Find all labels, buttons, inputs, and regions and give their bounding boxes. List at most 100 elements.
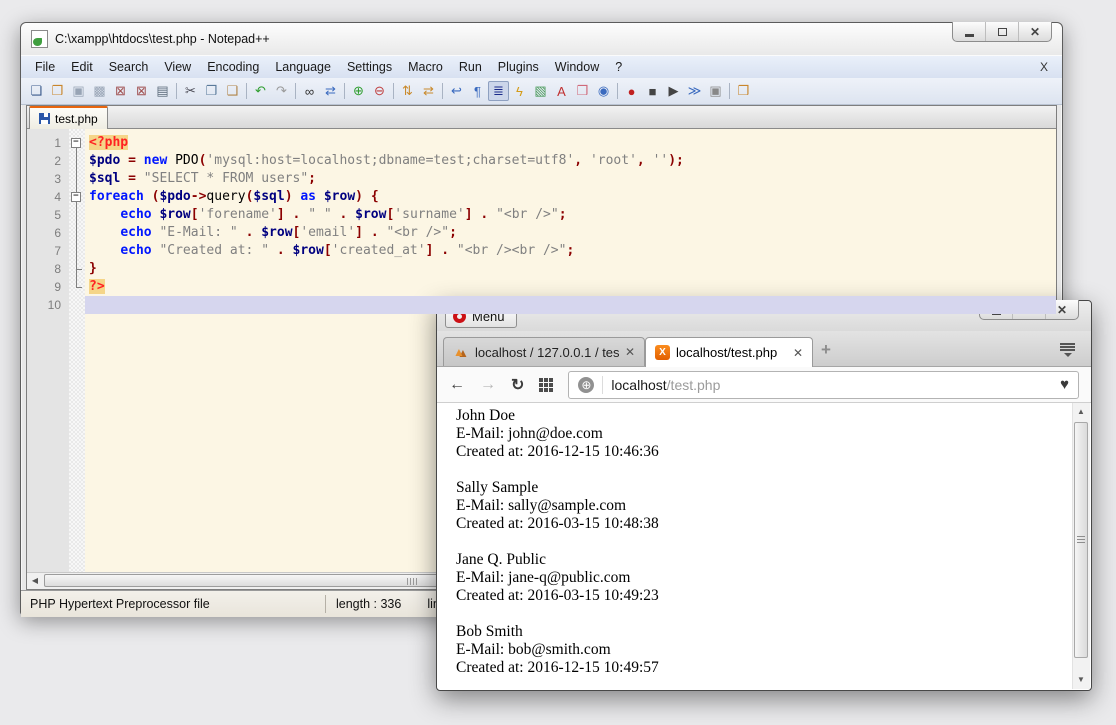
save-icon[interactable]: ▣ — [68, 81, 89, 101]
token-op: [ — [324, 243, 332, 258]
close-doc-icon[interactable]: ⊠ — [110, 81, 131, 101]
zoom-out-icon[interactable]: ⊖ — [369, 81, 390, 101]
menu-item-search[interactable]: Search — [101, 58, 157, 76]
menu-item-encoding[interactable]: Encoding — [199, 58, 267, 76]
pdf-doc-icon[interactable]: A — [551, 81, 572, 101]
token-op: ; — [566, 243, 574, 258]
sync-vertical-scroll-icon[interactable]: ⇅ — [397, 81, 418, 101]
close-button[interactable]: ✕ — [1018, 22, 1051, 41]
line-number: 9 — [27, 278, 69, 296]
code-line-1: 1−<?php — [27, 134, 1056, 152]
token-op: ; — [308, 171, 316, 186]
paste-icon[interactable]: ❑ — [222, 81, 243, 101]
restore-button[interactable] — [985, 22, 1018, 41]
run-macro-multiple-icon[interactable]: ≫ — [684, 81, 705, 101]
vertical-scrollbar-thumb[interactable] — [1074, 422, 1088, 658]
tab-close-icon[interactable]: ✕ — [625, 345, 635, 359]
open-file-icon[interactable]: ❒ — [47, 81, 68, 101]
fold-collapse-icon[interactable]: − — [71, 192, 81, 202]
token-op: ; — [449, 225, 457, 240]
menu-item-language[interactable]: Language — [267, 58, 339, 76]
scroll-up-arrow-icon[interactable]: ▲ — [1073, 404, 1089, 420]
globe-icon[interactable]: ⊕ — [578, 377, 594, 393]
token-str: "<br /><br />" — [457, 243, 567, 258]
close-all-docs-icon[interactable]: ⊠ — [131, 81, 152, 101]
toolbar-separator — [176, 83, 177, 99]
token-var: $row — [293, 243, 324, 258]
play-macro-icon[interactable]: ▶ — [663, 81, 684, 101]
recent-closed-file-icon[interactable]: ❒ — [733, 81, 754, 101]
xampp-icon: X — [655, 345, 670, 360]
line-number: 1 — [27, 134, 69, 152]
fold-margin[interactable]: − — [69, 188, 85, 206]
window-controls: ✕ — [952, 22, 1052, 42]
show-all-characters-icon[interactable]: ¶ — [467, 81, 488, 101]
token-op: } — [89, 261, 97, 276]
open-file-icon-glyph: ❒ — [52, 83, 64, 99]
tab-test-php[interactable]: test.php — [29, 106, 108, 129]
indent-guide-icon[interactable]: ≣ — [488, 81, 509, 101]
menu-item-plugins[interactable]: Plugins — [490, 58, 547, 76]
code-line-10: 10 — [27, 296, 1056, 314]
notepadpp-titlebar[interactable]: C:\xampp\htdocs\test.php - Notepad++ ✕ — [21, 23, 1062, 55]
forward-button[interactable]: → — [480, 376, 496, 394]
save-all-icon[interactable]: ▩ — [89, 81, 110, 101]
menu-item-macro[interactable]: Macro — [400, 58, 451, 76]
redo-icon[interactable]: ↷ — [271, 81, 292, 101]
print-icon[interactable]: ▤ — [152, 81, 173, 101]
token-plain — [363, 189, 371, 204]
minimize-button[interactable] — [953, 22, 985, 41]
sync-vertical-scroll-icon-glyph: ⇅ — [402, 83, 413, 99]
menu-item-view[interactable]: View — [156, 58, 199, 76]
menu-item-settings[interactable]: Settings — [339, 58, 400, 76]
code-text: <?php — [85, 134, 1056, 152]
tab-menu-icon[interactable] — [1060, 342, 1075, 357]
menu-item-window[interactable]: Window — [547, 58, 607, 76]
function-list-icon[interactable]: ϟ — [509, 81, 530, 101]
token-plain — [300, 207, 308, 222]
fold-margin[interactable]: − — [69, 134, 85, 152]
url-input[interactable]: ⊕ localhost/test.php ♥ — [568, 371, 1079, 399]
speed-dial-icon[interactable] — [539, 378, 553, 392]
fold-collapse-icon[interactable]: − — [71, 138, 81, 148]
toolbar: ❏❒▣▩⊠⊠▤✂❐❑↶↷∞⇄⊕⊖⇅⇄↩¶≣ϟ▧A❒◉●■▶≫▣❒ — [21, 78, 1062, 105]
token-op: ] — [277, 207, 285, 222]
word-wrap-icon[interactable]: ↩ — [446, 81, 467, 101]
token-op: = — [128, 153, 136, 168]
save-all-icon-glyph: ▩ — [93, 83, 105, 99]
replace-icon[interactable]: ⇄ — [320, 81, 341, 101]
scroll-left-arrow-icon[interactable]: ◀ — [27, 573, 43, 588]
find-icon[interactable]: ∞ — [299, 81, 320, 101]
bookmark-heart-icon[interactable]: ♥ — [1060, 376, 1069, 393]
tab-phpmyadmin[interactable]: ▲ localhost / 127.0.0.1 / test ✕ — [443, 337, 645, 366]
browser-tab-bar: ▲ localhost / 127.0.0.1 / test ✕ X local… — [437, 331, 1091, 367]
folder-icon[interactable]: ❒ — [572, 81, 593, 101]
close-document-x[interactable]: X — [1040, 60, 1056, 74]
cut-icon[interactable]: ✂ — [180, 81, 201, 101]
sync-horizontal-scroll-icon[interactable]: ⇄ — [418, 81, 439, 101]
new-file-icon[interactable]: ❏ — [26, 81, 47, 101]
reload-button[interactable]: ↻ — [511, 375, 524, 395]
save-macro-icon[interactable]: ▣ — [705, 81, 726, 101]
menu-item-file[interactable]: File — [27, 58, 63, 76]
menu-item-run[interactable]: Run — [451, 58, 490, 76]
token-str: 'email' — [300, 225, 355, 240]
menu-item-help[interactable]: ? — [607, 58, 630, 76]
token-plain — [238, 225, 246, 240]
undo-icon[interactable]: ↶ — [250, 81, 271, 101]
record-macro-icon[interactable]: ● — [621, 81, 642, 101]
copy-icon[interactable]: ❐ — [201, 81, 222, 101]
document-map-icon[interactable]: ▧ — [530, 81, 551, 101]
menu-item-edit[interactable]: Edit — [63, 58, 101, 76]
vertical-scrollbar[interactable]: ▲ ▼ — [1072, 403, 1090, 689]
tab-close-icon[interactable]: ✕ — [793, 346, 803, 360]
eye-icon[interactable]: ◉ — [593, 81, 614, 101]
scroll-down-arrow-icon[interactable]: ▼ — [1073, 672, 1089, 688]
back-button[interactable]: ← — [449, 376, 465, 394]
new-tab-button[interactable]: + — [821, 340, 831, 360]
tab-localhost-test-php[interactable]: X localhost/test.php ✕ — [645, 337, 813, 367]
token-plain — [89, 225, 120, 240]
code-text: echo $row['forename'] . " " . $row['surn… — [85, 206, 1056, 224]
stop-macro-icon[interactable]: ■ — [642, 81, 663, 101]
zoom-in-icon[interactable]: ⊕ — [348, 81, 369, 101]
